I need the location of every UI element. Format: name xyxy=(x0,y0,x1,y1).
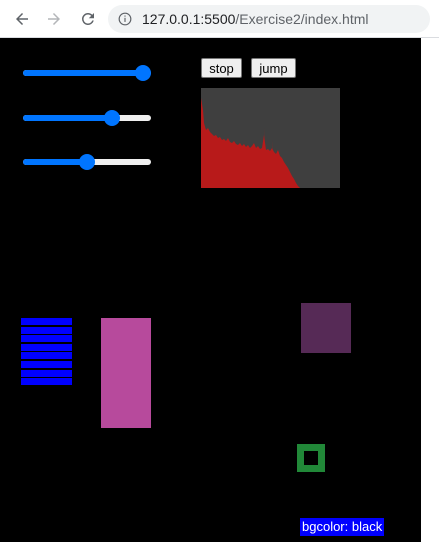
reload-button[interactable] xyxy=(76,7,100,31)
slider-3[interactable] xyxy=(23,154,151,170)
blue-bar xyxy=(21,318,72,325)
blue-bar xyxy=(21,326,72,334)
blue-bar xyxy=(21,369,72,377)
url-host: 127.0.0.1:5500 xyxy=(142,11,236,27)
slider-thumb[interactable] xyxy=(79,154,95,170)
bgcolor-label: bgcolor: black xyxy=(300,518,385,536)
back-button[interactable] xyxy=(10,7,34,31)
slider-2[interactable] xyxy=(23,110,151,126)
slider-thumb[interactable] xyxy=(103,110,120,126)
url-path: /Exercise2/index.html xyxy=(235,11,369,27)
page-viewport: stop jump bgcolor: black xyxy=(0,38,421,542)
pink-rectangle xyxy=(101,318,151,428)
jump-button[interactable]: jump xyxy=(251,58,296,78)
visualizer-waveform xyxy=(201,98,300,188)
slider-fill xyxy=(23,159,87,165)
vertical-scrollbar[interactable] xyxy=(421,38,439,542)
blue-bar xyxy=(21,343,72,351)
info-icon[interactable] xyxy=(118,12,132,26)
blue-bar xyxy=(21,378,72,386)
slider-thumb[interactable] xyxy=(135,65,151,81)
slider-fill xyxy=(23,70,143,76)
slider-1[interactable] xyxy=(23,65,151,81)
slider-fill xyxy=(23,115,112,121)
forward-button[interactable] xyxy=(42,7,66,31)
browser-toolbar: 127.0.0.1:5500/Exercise2/index.html xyxy=(0,0,439,38)
audio-visualizer-canvas xyxy=(201,88,340,188)
forward-arrow-icon xyxy=(48,13,60,25)
blue-bar xyxy=(21,335,72,343)
blue-bar xyxy=(21,352,72,360)
stop-button[interactable]: stop xyxy=(201,58,242,78)
green-square-outline xyxy=(297,444,325,472)
blue-bar xyxy=(21,361,72,368)
visualizer-bars xyxy=(201,98,300,188)
reload-icon xyxy=(81,12,94,25)
address-bar[interactable]: 127.0.0.1:5500/Exercise2/index.html xyxy=(108,5,430,33)
url-text[interactable]: 127.0.0.1:5500/Exercise2/index.html xyxy=(142,11,368,27)
purple-square xyxy=(301,303,351,353)
back-arrow-icon xyxy=(16,13,28,25)
